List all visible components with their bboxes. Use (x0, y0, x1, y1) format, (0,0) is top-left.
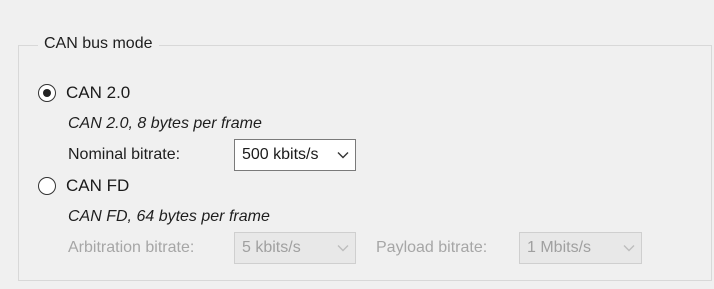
can20-description: CAN 2.0, 8 bytes per frame (68, 115, 262, 132)
canfd-radio-button[interactable] (38, 177, 56, 195)
arbitration-bitrate-value: 5 kbits/s (242, 239, 301, 256)
can20-radio-label[interactable]: CAN 2.0 (66, 82, 130, 104)
chevron-down-icon (331, 140, 355, 170)
nominal-bitrate-value: 500 kbits/s (242, 146, 319, 163)
chevron-down-icon (617, 233, 641, 263)
canfd-radio-option[interactable]: CAN FD (38, 175, 129, 197)
groupbox-title: CAN bus mode (38, 33, 159, 55)
can20-radio-button[interactable] (38, 84, 56, 102)
canfd-description: CAN FD, 64 bytes per frame (68, 208, 270, 225)
payload-bitrate-label: Payload bitrate: (376, 239, 488, 256)
payload-bitrate-value: 1 Mbits/s (527, 239, 592, 256)
dialog-window: CAN bus mode CAN 2.0 CAN 2.0, 8 bytes pe… (0, 0, 714, 289)
nominal-bitrate-select[interactable]: 500 kbits/s (234, 139, 356, 171)
payload-bitrate-select[interactable]: 1 Mbits/s (519, 232, 642, 264)
nominal-bitrate-label: Nominal bitrate: (68, 146, 181, 163)
arbitration-bitrate-select[interactable]: 5 kbits/s (234, 232, 356, 264)
chevron-down-icon (331, 233, 355, 263)
can20-radio-option[interactable]: CAN 2.0 (38, 82, 130, 104)
canfd-radio-label[interactable]: CAN FD (66, 175, 129, 197)
arbitration-bitrate-label: Arbitration bitrate: (68, 239, 195, 256)
